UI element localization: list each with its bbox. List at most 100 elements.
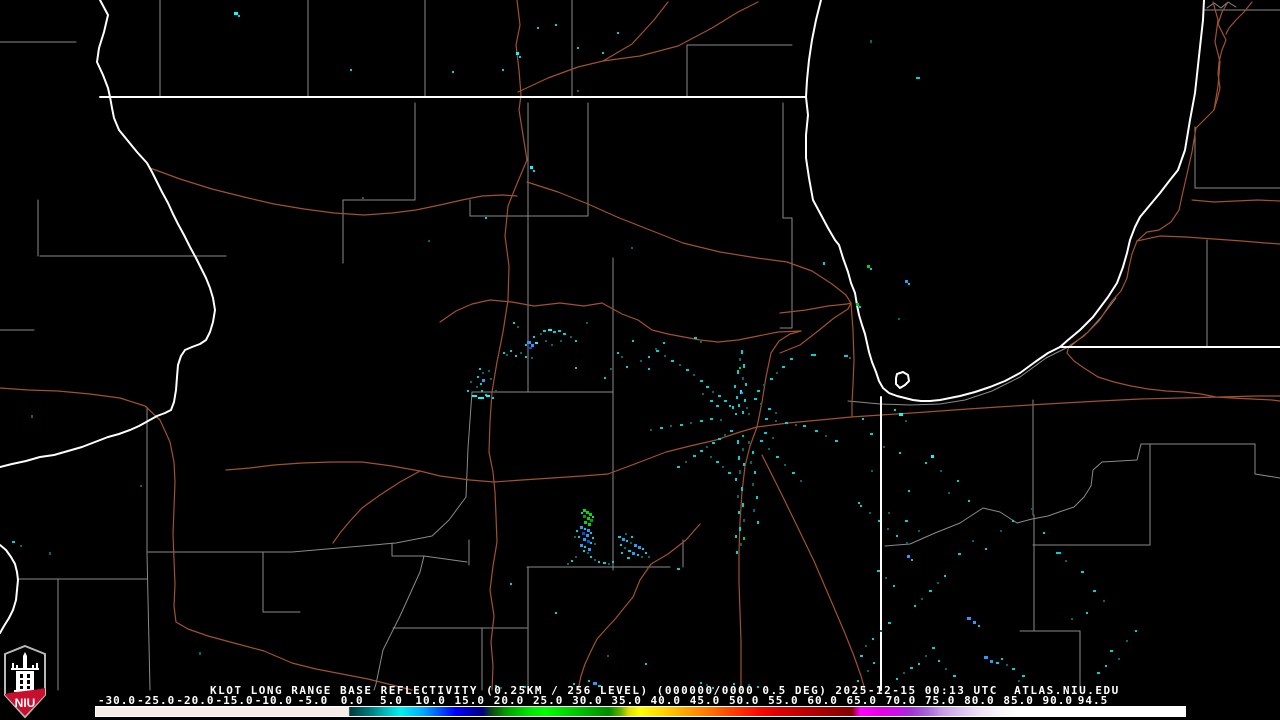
radar-echo bbox=[750, 461, 752, 464]
radar-echo bbox=[525, 344, 527, 346]
radar-echo bbox=[739, 470, 741, 474]
radar-echo bbox=[862, 418, 864, 420]
radar-echo bbox=[641, 556, 643, 558]
radar-echo bbox=[1018, 680, 1020, 682]
county-boundary-line bbox=[373, 555, 425, 691]
radar-echo bbox=[1086, 612, 1088, 614]
radar-echo bbox=[757, 390, 760, 392]
radar-echo bbox=[520, 352, 522, 354]
radar-echo bbox=[598, 561, 600, 563]
road-line bbox=[0, 387, 413, 691]
radar-echo bbox=[648, 356, 650, 358]
radar-echo bbox=[742, 377, 744, 380]
radar-echo bbox=[602, 52, 604, 54]
radar-echo bbox=[492, 397, 494, 399]
radar-echo bbox=[835, 440, 838, 442]
radar-echo bbox=[737, 495, 739, 498]
radar-echo bbox=[527, 341, 531, 344]
radar-echo bbox=[677, 466, 680, 468]
radar-echo bbox=[743, 537, 745, 540]
radar-echo bbox=[710, 400, 713, 402]
radar-echo bbox=[693, 374, 695, 376]
county-boundary-line bbox=[391, 542, 468, 563]
radar-echo bbox=[918, 530, 920, 532]
radar-echo bbox=[931, 455, 934, 458]
radar-echo bbox=[578, 536, 580, 538]
radar-echo bbox=[743, 519, 745, 522]
radar-echo bbox=[744, 399, 746, 402]
radar-echo bbox=[896, 678, 898, 680]
radar-echo bbox=[700, 420, 703, 422]
colorbar-scale-labels: -30.0 -25.0 -20.0 -15.0 -10.0 -5.0 0.0 5.0 10.0 1… bbox=[0, 694, 1280, 707]
radar-echo bbox=[590, 556, 592, 558]
radar-echo bbox=[858, 502, 860, 504]
radar-echo bbox=[525, 356, 527, 358]
radar-echo bbox=[870, 268, 872, 270]
radar-echo bbox=[553, 331, 556, 333]
radar-echo bbox=[746, 407, 748, 409]
radar-echo bbox=[898, 318, 900, 320]
road-line bbox=[850, 302, 855, 417]
road-line bbox=[756, 395, 1280, 428]
radar-echo bbox=[737, 370, 739, 374]
radar-echo bbox=[622, 538, 625, 541]
radar-echo bbox=[660, 427, 663, 429]
radar-echo bbox=[588, 548, 591, 551]
radar-echo bbox=[467, 390, 469, 392]
radar-echo bbox=[472, 395, 477, 397]
radar-echo bbox=[865, 645, 867, 647]
radar-echo bbox=[724, 434, 726, 436]
radar-echo bbox=[736, 396, 738, 399]
radar-echo bbox=[1118, 658, 1120, 660]
radar-echo bbox=[844, 355, 848, 357]
radar-echo bbox=[945, 668, 947, 670]
road-line bbox=[439, 426, 758, 483]
radar-echo bbox=[1056, 552, 1061, 554]
radar-echo bbox=[476, 386, 478, 388]
radar-echo bbox=[700, 380, 703, 382]
radar-echo bbox=[742, 448, 744, 451]
radar-echo bbox=[516, 52, 519, 55]
radar-echo bbox=[800, 480, 802, 482]
radar-echo bbox=[880, 630, 882, 632]
radar-echo bbox=[592, 516, 594, 518]
radar-echo bbox=[938, 660, 940, 662]
radar-echo bbox=[906, 542, 908, 544]
radar-echo bbox=[972, 540, 974, 542]
radar-echo bbox=[742, 503, 744, 507]
radar-echo bbox=[428, 240, 430, 242]
radar-echo bbox=[985, 548, 987, 550]
state-or-shoreline-line bbox=[0, 0, 216, 468]
radar-echo bbox=[768, 448, 770, 450]
radar-echo bbox=[588, 680, 590, 682]
radar-echo bbox=[517, 326, 519, 328]
radar-echo bbox=[31, 415, 33, 418]
radar-viewer: NIU KLOT LONG RANGE BASE REFLECTIVITY (0… bbox=[0, 0, 1280, 720]
radar-echo bbox=[510, 350, 512, 352]
radar-echo bbox=[1105, 665, 1107, 667]
radar-echo bbox=[925, 462, 927, 464]
radar-echo bbox=[617, 32, 619, 34]
radar-echo bbox=[921, 598, 923, 600]
radar-echo bbox=[587, 529, 590, 532]
radar-echo bbox=[877, 570, 880, 572]
radar-echo bbox=[617, 352, 619, 354]
radar-echo bbox=[756, 496, 758, 499]
radar-echo bbox=[872, 638, 874, 640]
radar-echo bbox=[540, 333, 542, 335]
radar-echo bbox=[140, 485, 142, 487]
niu-logo: NIU bbox=[4, 644, 46, 719]
radar-echo bbox=[968, 500, 970, 502]
radar-echo bbox=[12, 541, 15, 543]
road-line bbox=[439, 299, 802, 343]
radar-echo bbox=[587, 517, 590, 520]
radar-echo bbox=[1001, 658, 1003, 660]
radar-echo bbox=[650, 429, 652, 431]
radar-echo bbox=[764, 432, 767, 434]
radar-echo bbox=[587, 540, 590, 543]
radar-echo bbox=[640, 360, 642, 362]
radar-echo bbox=[655, 348, 657, 350]
radar-echo bbox=[811, 354, 816, 356]
radar-echo bbox=[908, 283, 910, 285]
radar-echo bbox=[555, 612, 557, 614]
